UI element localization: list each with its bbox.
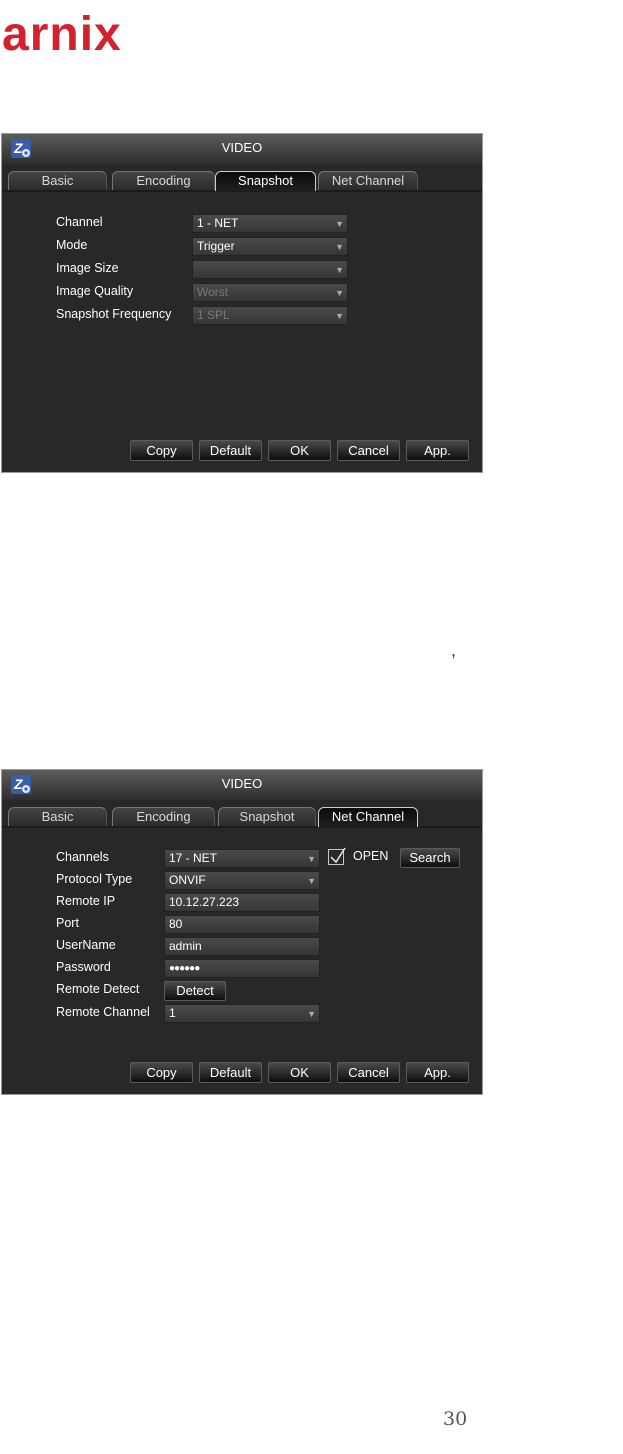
chevron-down-icon: ▼	[335, 288, 344, 298]
chevron-down-icon: ▼	[307, 854, 316, 864]
open-checkbox[interactable]	[328, 847, 346, 865]
tab-basic[interactable]: Basic	[8, 807, 107, 827]
video-dialog-net-channel: Z VIDEO Basic Encoding Snapshot Net Chan…	[1, 769, 483, 1095]
snapshot-frequency-value: 1 SPL	[197, 308, 230, 322]
image-quality-label: Image Quality	[56, 284, 134, 298]
default-button[interactable]: Default	[199, 1062, 262, 1083]
tab-snapshot[interactable]: Snapshot	[218, 807, 316, 827]
chevron-down-icon: ▼	[307, 1009, 316, 1019]
tab-encoding[interactable]: Encoding	[112, 171, 215, 191]
tab-net-channel[interactable]: Net Channel	[318, 807, 418, 827]
video-dialog-snapshot: Z VIDEO Basic Encoding Snapshot Net Chan…	[1, 133, 483, 473]
search-button[interactable]: Search	[400, 848, 460, 868]
chevron-down-icon: ▼	[335, 219, 344, 229]
image-quality-select[interactable]: Worst ▼	[192, 283, 348, 302]
cancel-button[interactable]: Cancel	[337, 440, 400, 461]
port-label: Port	[56, 916, 79, 930]
stray-comma: ,	[451, 640, 457, 660]
channels-select[interactable]: 17 - NET ▼	[164, 849, 320, 868]
port-input[interactable]: 80	[164, 915, 320, 934]
tab-bar: Basic Encoding Snapshot Net Channel	[2, 807, 482, 828]
channels-label: Channels	[56, 850, 109, 864]
checkmark-icon	[330, 847, 346, 864]
tab-bar: Basic Encoding Snapshot Net Channel	[2, 171, 482, 192]
page-number: 30	[443, 1408, 468, 1430]
mode-value: Trigger	[197, 239, 235, 253]
remote-channel-value: 1	[169, 1006, 176, 1020]
channel-label: Channel	[56, 215, 103, 229]
remote-ip-label: Remote IP	[56, 894, 116, 908]
chevron-down-icon: ▼	[307, 876, 316, 886]
remote-ip-input[interactable]: 10.12.27.223	[164, 893, 320, 912]
apply-button[interactable]: App.	[406, 440, 469, 461]
username-input[interactable]: admin	[164, 937, 320, 956]
chevron-down-icon: ▼	[335, 242, 344, 252]
protocol-type-select[interactable]: ONVIF ▼	[164, 871, 320, 890]
password-input[interactable]: ●●●●●●	[164, 959, 320, 978]
arnix-logo: arnix	[2, 8, 122, 61]
tab-snapshot[interactable]: Snapshot	[215, 171, 316, 191]
copy-button[interactable]: Copy	[130, 440, 193, 461]
snapshot-frequency-label: Snapshot Frequency	[56, 307, 172, 321]
open-label: OPEN	[353, 849, 389, 863]
window-title: VIDEO	[221, 140, 263, 155]
remote-channel-select[interactable]: 1 ▼	[164, 1004, 320, 1023]
remote-detect-label: Remote Detect	[56, 982, 140, 996]
image-size-select[interactable]: ▼	[192, 260, 348, 279]
chevron-down-icon: ▼	[335, 311, 344, 321]
default-button[interactable]: Default	[199, 440, 262, 461]
image-quality-value: Worst	[197, 285, 229, 299]
username-label: UserName	[56, 938, 116, 952]
copy-button[interactable]: Copy	[130, 1062, 193, 1083]
title-bar: Z VIDEO	[2, 770, 482, 800]
ok-button[interactable]: OK	[268, 1062, 331, 1083]
chevron-down-icon: ▼	[335, 265, 344, 275]
tab-encoding[interactable]: Encoding	[112, 807, 215, 827]
detect-button[interactable]: Detect	[164, 981, 226, 1001]
tab-net-channel[interactable]: Net Channel	[318, 171, 418, 191]
channel-select[interactable]: 1 - NET ▼	[192, 214, 348, 233]
image-size-label: Image Size	[56, 261, 119, 275]
password-label: Password	[56, 960, 111, 974]
protocol-type-value: ONVIF	[169, 873, 206, 887]
tab-basic[interactable]: Basic	[8, 171, 107, 191]
channels-value: 17 - NET	[169, 851, 218, 865]
snapshot-frequency-select[interactable]: 1 SPL ▼	[192, 306, 348, 325]
ok-button[interactable]: OK	[268, 440, 331, 461]
cancel-button[interactable]: Cancel	[337, 1062, 400, 1083]
window-title: VIDEO	[221, 776, 263, 791]
channel-value: 1 - NET	[197, 216, 239, 230]
apply-button[interactable]: App.	[406, 1062, 469, 1083]
title-bar: Z VIDEO	[2, 134, 482, 164]
mode-select[interactable]: Trigger ▼	[192, 237, 348, 256]
protocol-type-label: Protocol Type	[56, 872, 133, 886]
mode-label: Mode	[56, 238, 88, 252]
remote-channel-label: Remote Channel	[56, 1005, 150, 1019]
